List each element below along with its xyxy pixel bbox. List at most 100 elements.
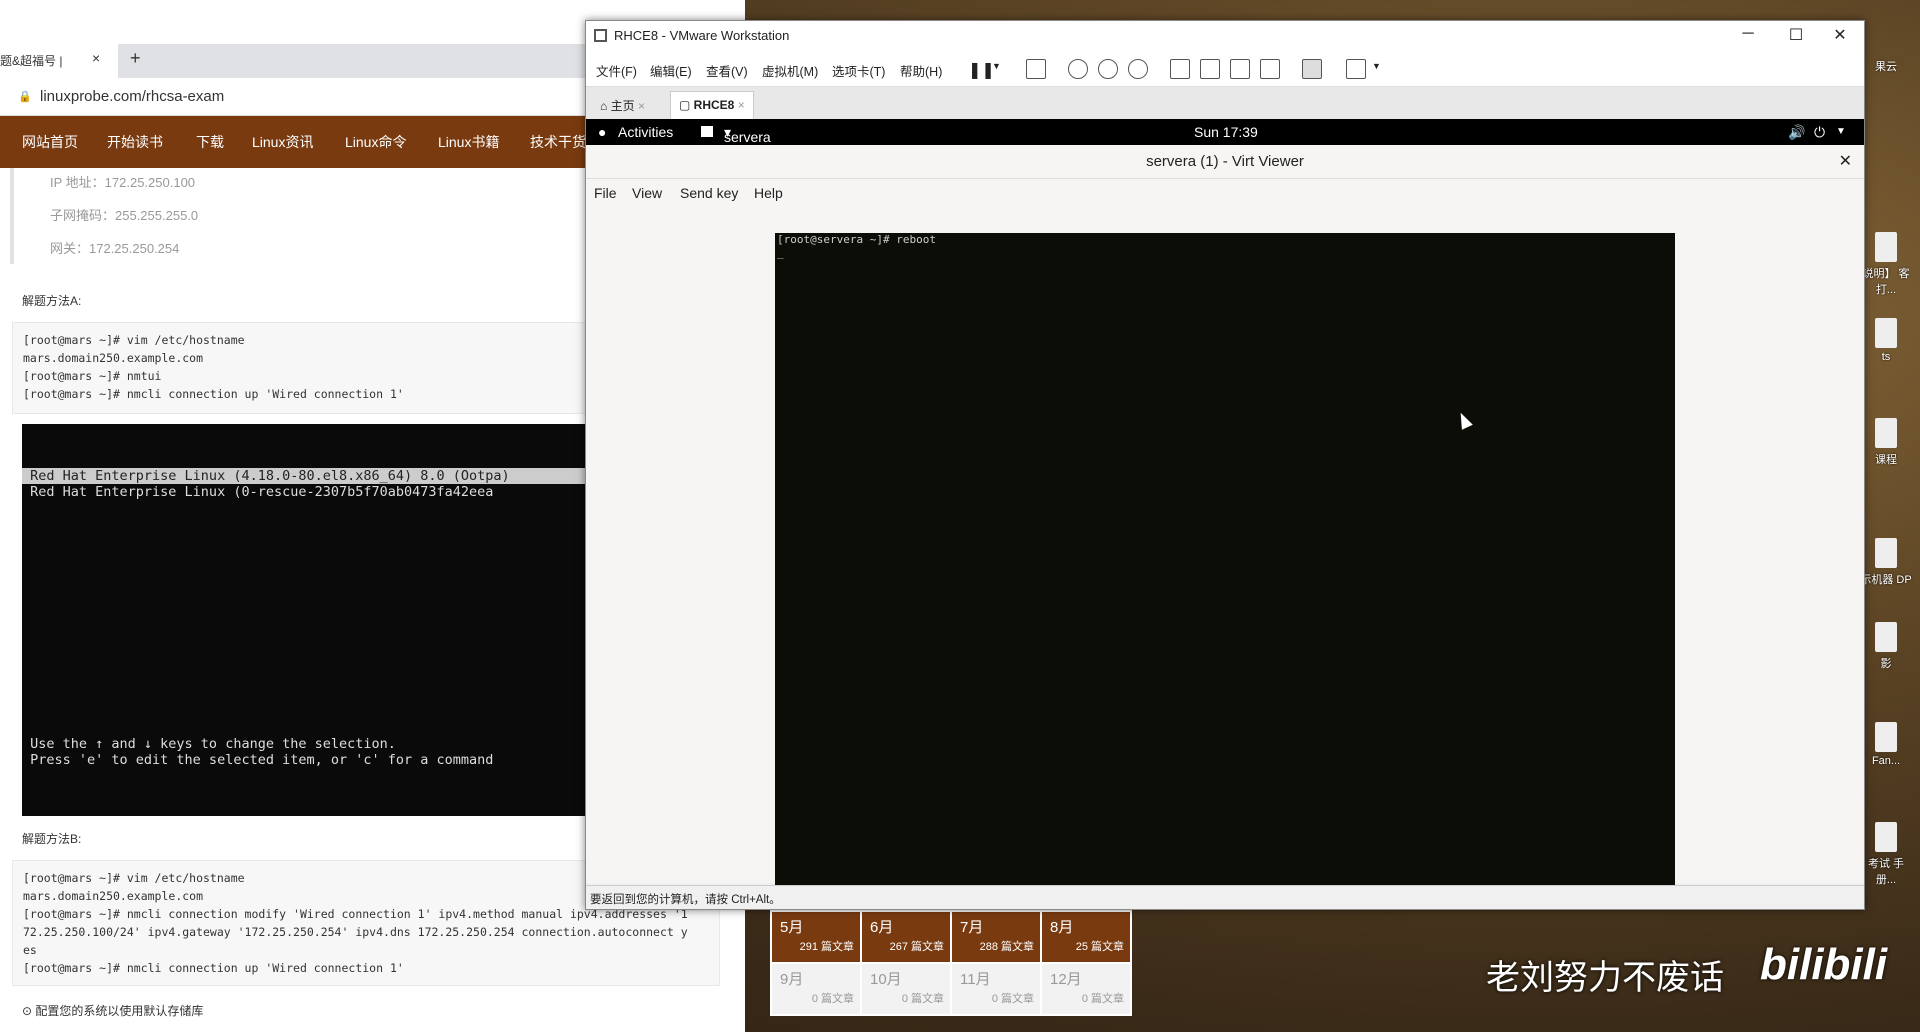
thumbnail-icon[interactable] [1200,59,1220,79]
menu-help[interactable]: 帮助(H) [900,61,942,80]
gnome-topbar: ● Activities servera (1) - Virt Viewer ▾… [586,119,1864,193]
tab-rhce8[interactable]: ▢ RHCE8 × [670,91,754,119]
quote-bar [10,168,14,264]
revert-snapshot-icon[interactable] [1098,59,1118,79]
grub-help-line: Use the ↑ and ↓ keys to change the selec… [22,736,396,752]
file-icon [1875,232,1897,262]
calendar-cell[interactable]: 9月 0 篇文章 [772,964,860,1014]
nav-item[interactable]: 开始读书 [107,132,163,152]
menu-file[interactable]: 文件(F) [596,61,637,80]
url-text: linuxprobe.com/rhcsa-exam [40,88,225,105]
fullscreen-icon[interactable] [1230,59,1250,79]
calendar-month: 5月 [780,919,804,936]
menu-tabs[interactable]: 选项卡(T) [832,61,885,80]
file-icon [1875,622,1897,652]
file-icon [1875,822,1897,852]
clock[interactable]: Sun 17:39 [1194,124,1258,140]
chevron-down-icon[interactable]: ▼ [1836,126,1846,137]
calendar-cell[interactable]: 10月 0 篇文章 [862,964,950,1014]
menu-file[interactable]: File [594,185,617,201]
power-icon[interactable]: ⏻ [1814,124,1825,141]
gateway-row: 网关：172.25.250.254 [50,241,180,256]
calendar-month: 12月 [1050,971,1082,988]
status-text: 要返回到您的计算机，请按 Ctrl+Alt。 [590,894,781,906]
menu-send-key[interactable]: Send key [680,185,738,201]
calendar-count: 291 篇文章 [799,941,854,953]
nav-item[interactable]: Linux资讯 [252,132,313,152]
calendar-cell[interactable]: 11月 0 篇文章 [952,964,1040,1014]
desktop-icon-label: 果云 [1875,61,1897,73]
app-menu[interactable]: servera (1) - Virt Viewer ▾ [724,124,771,193]
watermark-text: 老刘努力不废话 [1486,958,1724,998]
menu-edit[interactable]: 编辑(E) [650,61,692,80]
close-icon[interactable]: × [92,50,100,66]
nav-item[interactable]: Linux命令 [345,132,406,152]
menu-help[interactable]: Help [754,185,783,201]
method-b-title: 解题方法B: [22,832,82,846]
snapshot-manager-icon[interactable] [1128,59,1148,79]
calendar-cell[interactable]: 12月 0 篇文章 [1042,964,1130,1014]
nav-item[interactable]: 下载 [196,132,224,152]
nav-item[interactable]: 网站首页 [22,132,78,152]
file-icon [1875,538,1897,568]
desktop-icon-4[interactable]: 课程 [1860,418,1912,467]
nav-item[interactable]: Linux书籍 [438,132,499,152]
calendar-month: 9月 [780,971,804,988]
close-icon[interactable]: ✕ [1839,151,1852,171]
desktop-icon-8[interactable]: 考试 手册... [1860,822,1912,887]
desktop-icon-2[interactable]: 说明】 客打... [1860,232,1912,297]
maximize-button[interactable]: ☐ [1776,25,1816,45]
vm-console[interactable]: [root@servera ~]# reboot _ [775,233,1675,909]
send-ctrl-alt-del-icon[interactable] [1026,59,1046,79]
vmware-titlebar: RHCE8 - VMware Workstation ─ ☐ ✕ [586,21,1864,51]
footer-note: ⊙ 配置您的系统以使用默认存储库 [22,1004,204,1018]
vmware-window: RHCE8 - VMware Workstation ─ ☐ ✕ 文件(F) 编… [585,20,1865,910]
pause-icon[interactable]: ❚❚ [968,60,995,80]
desktop-icon-1[interactable]: 果云 [1860,58,1912,74]
desktop-icon-label: 考试 手册... [1867,858,1905,886]
tab-home[interactable]: ⌂ 主页 × [592,91,653,119]
menu-view[interactable]: 查看(V) [706,61,748,80]
calendar-count: 267 篇文章 [889,941,944,953]
desktop-icon-5[interactable]: 示机器 DP [1860,538,1912,587]
console-view-icon[interactable] [1302,59,1322,79]
desktop-icon-7[interactable]: Fan... [1860,722,1912,767]
calendar-cell[interactable]: 6月 267 篇文章 [862,912,950,962]
volume-icon[interactable]: 🔊 [1788,124,1805,141]
desktop-icon-3[interactable]: ts [1860,318,1912,363]
chevron-down-icon[interactable]: ▼ [1372,61,1381,71]
desktop-icon-label: 说明】 客打... [1862,268,1910,296]
stretch-icon[interactable] [1346,59,1366,79]
footer-note-text: 配置您的系统以使用默认存储库 [35,1004,204,1018]
calendar-month: 10月 [870,971,902,988]
desktop-icon-6[interactable]: 影 [1860,622,1912,671]
calendar-cell[interactable]: 7月 288 篇文章 [952,912,1040,962]
calendar-month: 6月 [870,919,894,936]
file-icon [1875,722,1897,752]
desktop-icon-label: 课程 [1875,454,1897,466]
menu-vm[interactable]: 虚拟机(M) [762,61,818,80]
lock-icon: 🔒 [18,91,32,103]
chevron-down-icon[interactable]: ▼ [992,61,1001,71]
calendar-count: 0 篇文章 [811,993,854,1005]
minimize-button[interactable]: ─ [1728,25,1768,43]
close-icon[interactable]: × [738,98,745,112]
tab-home-label: 主页 [610,99,635,113]
close-icon[interactable]: × [638,99,645,113]
grub-entry: Red Hat Enterprise Linux (0-rescue-2307b… [22,484,494,500]
menu-view[interactable]: View [632,185,662,201]
activities-button[interactable]: Activities [618,124,673,140]
close-button[interactable]: ✕ [1820,25,1860,45]
unity-icon[interactable] [1260,59,1280,79]
virt-viewer-title: servera (1) - Virt Viewer [1146,153,1304,170]
new-tab-icon[interactable]: + [130,48,141,69]
browser-tab[interactable]: 题&超福号 | × [0,44,118,78]
calendar-cell[interactable]: 5月 291 篇文章 [772,912,860,962]
netmask-row: 子网掩码：255.255.255.0 [50,208,199,223]
library-icon[interactable] [1170,59,1190,79]
calendar-count: 0 篇文章 [991,993,1034,1005]
nav-item[interactable]: 技术干货 [530,132,586,152]
snapshot-icon[interactable] [1068,59,1088,79]
calendar-cell[interactable]: 8月 25 篇文章 [1042,912,1130,962]
desktop-icon-label: 影 [1880,658,1892,670]
